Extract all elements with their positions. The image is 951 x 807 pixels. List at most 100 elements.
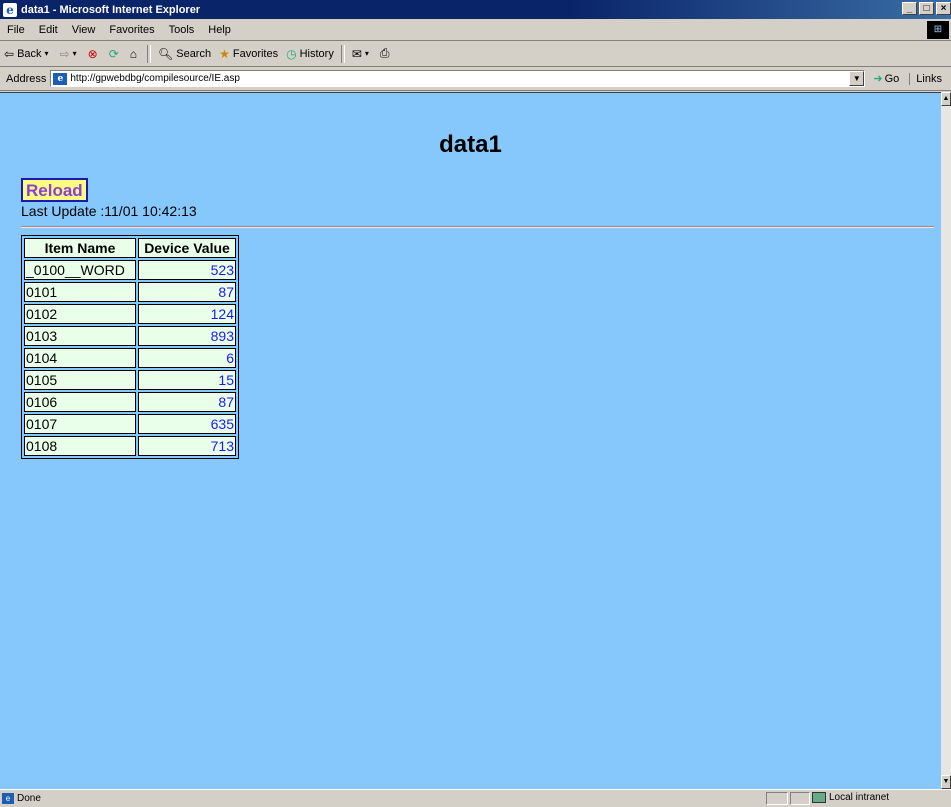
header-device-value: Device Value — [138, 238, 236, 258]
favorites-label: Favorites — [232, 47, 279, 60]
status-panel — [766, 792, 788, 805]
menu-view[interactable]: View — [65, 24, 103, 36]
go-button[interactable]: ➜ Go — [873, 72, 900, 86]
history-label: History — [299, 47, 334, 60]
ie-logo-icon: e — [3, 2, 17, 17]
table-row: 0102 124 — [24, 304, 236, 324]
device-value-cell: 635 — [138, 414, 236, 434]
search-icon: 🔍︎ — [158, 46, 174, 61]
forward-button[interactable]: ⇨ ▾ — [56, 44, 84, 64]
status-text: Done — [17, 793, 41, 804]
page-content: data1 Reload Last Update :11/01 10:42:13… — [0, 92, 941, 790]
page-done-icon: e — [2, 793, 14, 804]
device-value-cell: 124 — [138, 304, 236, 324]
window-title: data1 - Microsoft Internet Explorer — [21, 3, 201, 16]
last-update-text: Last Update :11/01 10:42:13 — [21, 203, 197, 219]
item-name-cell: 0105 — [24, 370, 136, 390]
header-item-name: Item Name — [24, 238, 136, 258]
zone-label: Local intranet — [829, 792, 890, 803]
window-controls: _ □ × — [900, 2, 951, 15]
menu-edit[interactable]: Edit — [32, 24, 65, 36]
status-bar: e Done Local intranet — [0, 789, 951, 807]
scroll-up-button[interactable]: ▲ — [941, 92, 951, 106]
menu-tools[interactable]: Tools — [162, 24, 202, 36]
table-row: _0100__WORD 523 — [24, 260, 236, 280]
intranet-zone-icon — [812, 792, 826, 803]
device-value-cell: 6 — [138, 348, 236, 368]
menu-help[interactable]: Help — [201, 24, 238, 36]
device-value-cell: 523 — [138, 260, 236, 280]
home-button[interactable]: ⌂ — [126, 44, 144, 64]
back-label: Back — [17, 47, 42, 60]
search-button[interactable]: 🔍︎ Search — [154, 44, 215, 64]
search-label: Search — [176, 47, 212, 60]
print-button[interactable]: ⎙ — [376, 44, 397, 64]
vertical-scrollbar[interactable]: ▲ ▼ — [941, 92, 951, 789]
table-row: 0106 87 — [24, 392, 236, 412]
print-icon: ⎙ — [379, 46, 390, 60]
toolbar-separator — [340, 44, 345, 63]
table-row: 0107 635 — [24, 414, 236, 434]
item-name-cell: 0106 — [24, 392, 136, 412]
horizontal-rule — [21, 226, 934, 228]
device-value-cell: 893 — [138, 326, 236, 346]
menu-bar: File Edit View Favorites Tools Help ⊞ — [0, 19, 951, 41]
item-name-cell: 0103 — [24, 326, 136, 346]
item-name-cell: 0104 — [24, 348, 136, 368]
links-button[interactable]: Links — [909, 72, 942, 85]
toolbar-separator — [147, 44, 151, 63]
maximize-button[interactable]: □ — [919, 2, 934, 15]
address-bar: Address e http://gpwebdbg/compilesource/… — [0, 67, 951, 91]
table-row: 0104 6 — [24, 348, 236, 368]
item-name-cell: 0102 — [24, 304, 136, 324]
forward-arrow-icon: ⇨ — [59, 46, 70, 61]
dropdown-arrow-icon[interactable]: ▾ — [73, 49, 77, 58]
history-button[interactable]: ◷ History — [282, 44, 338, 64]
address-input[interactable]: e http://gpwebdbg/compilesource/IE.asp ▼ — [50, 70, 866, 87]
minimize-button[interactable]: _ — [902, 2, 917, 15]
mail-button[interactable]: ✉ ▾ — [348, 44, 376, 64]
history-icon: ◷ — [286, 46, 297, 61]
go-label: Go — [884, 72, 900, 85]
table-row: 0105 15 — [24, 370, 236, 390]
address-url[interactable]: http://gpwebdbg/compilesource/IE.asp — [70, 73, 240, 84]
home-icon: ⌂ — [129, 46, 137, 61]
back-arrow-icon: ⇦ — [4, 46, 15, 61]
windows-logo-icon: ⊞ — [927, 21, 949, 39]
page-title: data1 — [439, 131, 502, 158]
stop-button[interactable]: ⊗ — [84, 44, 105, 64]
item-name-cell: 0101 — [24, 282, 136, 302]
device-value-cell: 713 — [138, 436, 236, 456]
back-button[interactable]: ⇦ Back ▾ — [0, 44, 56, 64]
device-value-cell: 87 — [138, 282, 236, 302]
menu-favorites[interactable]: Favorites — [102, 24, 161, 36]
item-name-cell: _0100__WORD — [24, 260, 136, 280]
item-name-cell: 0108 — [24, 436, 136, 456]
refresh-icon: ⟳ — [108, 46, 119, 61]
window-titlebar[interactable]: e data1 - Microsoft Internet Explorer _ … — [0, 0, 951, 19]
address-label: Address — [6, 72, 47, 85]
mail-icon: ✉ — [351, 46, 362, 61]
device-value-cell: 15 — [138, 370, 236, 390]
menu-file[interactable]: File — [0, 24, 32, 36]
reload-button[interactable]: Reload — [21, 178, 88, 202]
close-button[interactable]: × — [936, 2, 951, 15]
standard-toolbar: ⇦ Back ▾ ⇨ ▾ ⊗ ⟳ ⌂ 🔍︎ Search ★ Favorites… — [0, 41, 951, 67]
dropdown-arrow-icon[interactable]: ▾ — [365, 49, 369, 58]
security-zone: Local intranet — [812, 792, 889, 803]
refresh-button[interactable]: ⟳ — [105, 44, 126, 64]
device-data-table: Item Name Device Value _0100__WORD 523 0… — [21, 235, 239, 459]
favorites-button[interactable]: ★ Favorites — [215, 44, 282, 64]
scroll-down-button[interactable]: ▼ — [941, 775, 951, 789]
go-arrow-icon: ➜ — [873, 73, 883, 85]
address-dropdown-button[interactable]: ▼ — [849, 71, 865, 86]
table-header-row: Item Name Device Value — [24, 238, 236, 258]
device-value-cell: 87 — [138, 392, 236, 412]
item-name-cell: 0107 — [24, 414, 136, 434]
stop-icon: ⊗ — [87, 46, 98, 61]
status-panel — [790, 792, 810, 805]
dropdown-arrow-icon[interactable]: ▾ — [45, 49, 49, 58]
table-row: 0108 713 — [24, 436, 236, 456]
table-row: 0101 87 — [24, 282, 236, 302]
favorites-icon: ★ — [219, 46, 230, 61]
